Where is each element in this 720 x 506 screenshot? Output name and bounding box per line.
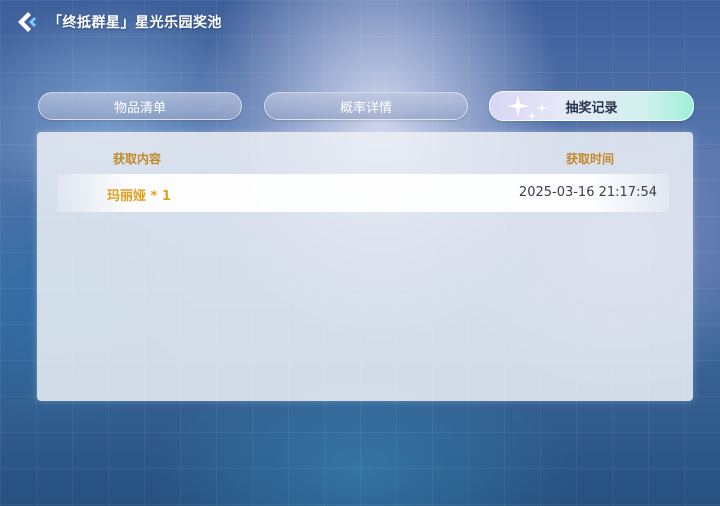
sparkle-icon xyxy=(507,95,548,120)
tab-bar: 物品清单 概率详情 抽奖记录 xyxy=(38,91,694,121)
history-panel: 获取内容 获取时间 玛丽娅 * 1 2025-03-16 21:17:54 xyxy=(37,132,693,401)
top-bar: 「终抵群星」星光乐园奖池 xyxy=(14,8,222,36)
tab-item-list[interactable]: 物品清单 xyxy=(38,92,242,120)
row-time: 2025-03-16 21:17:54 xyxy=(518,185,657,200)
row-item: 玛丽娅 * 1 xyxy=(107,189,171,204)
column-header-time: 获取时间 xyxy=(566,152,615,166)
page-title: 「终抵群星」星光乐园奖池 xyxy=(48,15,222,31)
back-button[interactable] xyxy=(14,9,40,35)
tab-draw-history[interactable]: 抽奖记录 xyxy=(489,91,694,121)
tab-draw-history-label: 抽奖记录 xyxy=(565,100,618,116)
back-arrow-icon xyxy=(18,12,36,32)
table-row: 玛丽娅 * 1 2025-03-16 21:17:54 xyxy=(57,174,669,212)
column-header-content: 获取内容 xyxy=(113,152,162,166)
tab-probability-details[interactable]: 概率详情 xyxy=(264,92,468,120)
